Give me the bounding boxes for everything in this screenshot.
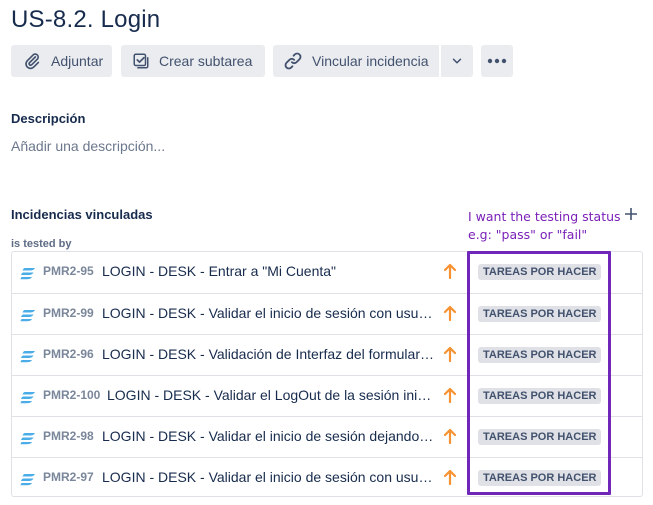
more-actions-button[interactable] xyxy=(481,45,513,77)
attach-button-label: Adjuntar xyxy=(51,53,104,69)
annotation-note: I want the testing status e.g: "pass" or… xyxy=(468,208,638,244)
description-label: Descripción xyxy=(11,111,86,126)
test-issue-icon xyxy=(20,348,36,369)
annotation-line-2: e.g: "pass" or "fail" xyxy=(468,227,588,242)
issue-summary-link[interactable]: LOGIN - DESK - Validar el inicio de sesi… xyxy=(102,305,436,321)
issue-summary-link[interactable]: LOGIN - DESK - Validar el inicio de sesi… xyxy=(102,469,436,485)
priority-high-arrow-icon xyxy=(443,346,457,367)
relation-label: is tested by xyxy=(11,238,72,250)
issue-key-link[interactable]: PMR2-98 xyxy=(43,429,94,443)
link-issue-label: Vincular incidencia xyxy=(312,53,429,69)
issue-summary-link[interactable]: LOGIN - DESK - Validación de Interfaz de… xyxy=(102,346,436,362)
test-issue-icon xyxy=(20,307,36,328)
test-issue-icon xyxy=(20,471,36,492)
create-subtask-button[interactable]: Crear subtarea xyxy=(121,45,265,77)
issue-title: US-8.2. Login xyxy=(11,6,161,33)
issue-key-link[interactable]: PMR2-100 xyxy=(43,388,100,402)
issue-summary-link[interactable]: LOGIN - DESK - Validar el inicio de sesi… xyxy=(102,428,436,444)
test-issue-icon xyxy=(20,265,36,286)
link-issue-dropdown-button[interactable] xyxy=(441,45,473,77)
chevron-down-icon xyxy=(450,54,464,68)
linked-issues-label: Incidencias vinculadas xyxy=(11,207,153,222)
priority-high-arrow-icon xyxy=(443,263,457,284)
priority-high-arrow-icon xyxy=(443,387,457,408)
issue-key-link[interactable]: PMR2-95 xyxy=(43,264,94,278)
priority-high-arrow-icon xyxy=(443,428,457,449)
create-subtask-label: Crear subtarea xyxy=(159,53,253,69)
priority-high-arrow-icon xyxy=(443,305,457,326)
checkbox-icon xyxy=(132,52,150,70)
annotation-line-1: I want the testing status xyxy=(468,209,621,224)
description-placeholder[interactable]: Añadir una descripción... xyxy=(11,138,165,154)
issue-key-link[interactable]: PMR2-99 xyxy=(43,306,94,320)
issue-summary-link[interactable]: LOGIN - DESK - Validar el LogOut de la s… xyxy=(107,387,437,403)
test-issue-icon xyxy=(20,430,36,451)
more-icon xyxy=(487,58,507,64)
priority-high-arrow-icon xyxy=(443,469,457,490)
issue-key-link[interactable]: PMR2-97 xyxy=(43,470,94,484)
link-icon xyxy=(283,51,303,71)
paperclip-icon xyxy=(23,52,41,70)
attach-button[interactable]: Adjuntar xyxy=(11,45,112,77)
test-issue-icon xyxy=(20,389,36,410)
issue-summary-link[interactable]: LOGIN - DESK - Entrar a "Mi Cuenta" xyxy=(102,263,432,279)
annotation-highlight-box xyxy=(467,251,611,495)
issue-key-link[interactable]: PMR2-96 xyxy=(43,347,94,361)
link-issue-button[interactable]: Vincular incidencia xyxy=(273,45,439,77)
